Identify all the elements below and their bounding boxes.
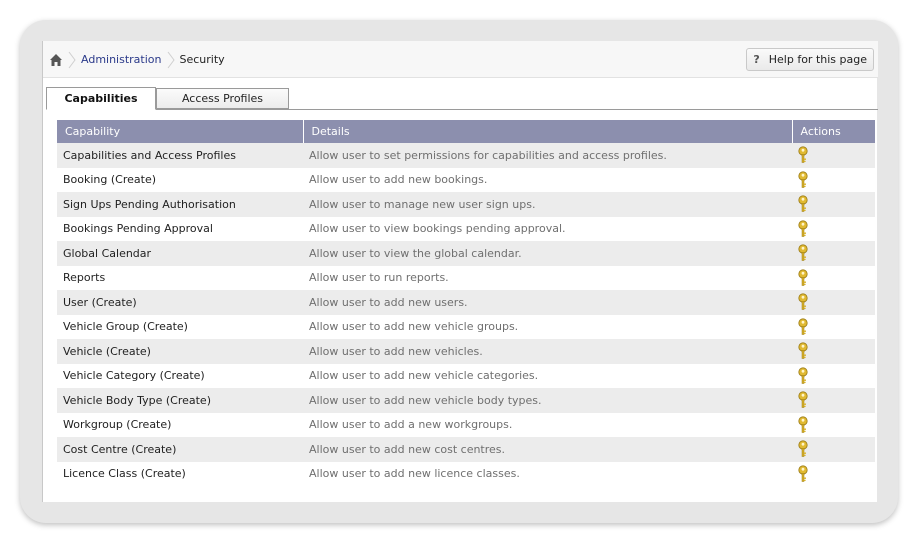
table-row: Reports Allow user to run reports.: [57, 265, 875, 290]
capability-actions: [792, 290, 875, 315]
capability-actions: [792, 339, 875, 364]
capability-details: Allow user to add new vehicles.: [303, 339, 792, 364]
key-icon[interactable]: [797, 293, 809, 311]
key-icon[interactable]: [797, 146, 809, 164]
capability-actions: [792, 314, 875, 339]
key-icon[interactable]: [797, 171, 809, 189]
table-row: Bookings Pending Approval Allow user to v…: [57, 216, 875, 241]
tab-capabilities-label: Capabilities: [64, 92, 138, 105]
key-icon[interactable]: [797, 465, 809, 483]
capability-actions: [792, 167, 875, 192]
capability-name: Global Calendar: [57, 241, 303, 266]
capability-name: Capabilities and Access Profiles: [57, 143, 303, 168]
key-icon[interactable]: [797, 391, 809, 409]
breadcrumb: Administration Security: [49, 41, 225, 78]
capability-name: Workgroup (Create): [57, 412, 303, 437]
breadcrumb-administration[interactable]: Administration: [81, 53, 162, 66]
capability-actions: [792, 143, 875, 168]
table-header-row: Capability Details Actions: [57, 120, 875, 143]
key-icon[interactable]: [797, 244, 809, 262]
capability-details: Allow user to add new users.: [303, 290, 792, 315]
column-header-capability[interactable]: Capability: [57, 120, 304, 143]
table-row: Vehicle Group (Create) Allow user to add …: [57, 314, 875, 339]
table-row: Vehicle (Create) Allow user to add new ve…: [57, 339, 875, 364]
table-row: Licence Class (Create) Allow user to add …: [57, 461, 875, 486]
capability-name: Vehicle Body Type (Create): [57, 388, 303, 413]
table-row: Vehicle Body Type (Create) Allow user to …: [57, 388, 875, 413]
capability-actions: [792, 437, 875, 462]
capability-name: Vehicle Group (Create): [57, 314, 303, 339]
table-row: Global Calendar Allow user to view the gl…: [57, 241, 875, 266]
capability-name: Bookings Pending Approval: [57, 216, 303, 241]
top-bar: Administration Security ? Help for this …: [43, 41, 878, 78]
capability-details: Allow user to view the global calendar.: [303, 241, 792, 266]
capability-name: Booking (Create): [57, 167, 303, 192]
capability-details: Allow user to add new vehicle categories…: [303, 363, 792, 388]
tab-bar: Capabilities Access Profiles: [46, 87, 878, 110]
capability-details: Allow user to add new vehicle groups.: [303, 314, 792, 339]
capability-actions: [792, 241, 875, 266]
tab-access-profiles[interactable]: Access Profiles: [156, 88, 289, 109]
table-row: Workgroup (Create) Allow user to add a ne…: [57, 412, 875, 437]
capability-details: Allow user to add new licence classes.: [303, 461, 792, 486]
key-icon[interactable]: [797, 367, 809, 385]
table-row: User (Create) Allow user to add new users…: [57, 290, 875, 315]
capability-details: Allow user to manage new user sign ups.: [303, 192, 792, 217]
table-row: Cost Centre (Create) Allow user to add ne…: [57, 437, 875, 462]
capability-details: Allow user to run reports.: [303, 265, 792, 290]
key-icon[interactable]: [797, 220, 809, 238]
capability-name: Cost Centre (Create): [57, 437, 303, 462]
key-icon[interactable]: [797, 269, 809, 287]
help-button-label: Help for this page: [768, 53, 867, 66]
capability-actions: [792, 192, 875, 217]
capability-actions: [792, 412, 875, 437]
capability-details: Allow user to add new cost centres.: [303, 437, 792, 462]
capability-details: Allow user to set permissions for capabi…: [303, 143, 792, 168]
column-header-details[interactable]: Details: [303, 120, 793, 143]
help-button[interactable]: ? Help for this page: [746, 48, 874, 71]
table-row: Sign Ups Pending Authorisation Allow user…: [57, 192, 875, 217]
capability-details: Allow user to add a new workgroups.: [303, 412, 792, 437]
capability-actions: [792, 388, 875, 413]
tab-access-profiles-label: Access Profiles: [181, 92, 264, 105]
capability-name: Sign Ups Pending Authorisation: [57, 192, 303, 217]
capability-actions: [792, 363, 875, 388]
capability-actions: [792, 461, 875, 486]
capability-actions: [792, 265, 875, 290]
key-icon[interactable]: [797, 318, 809, 336]
capability-name: Licence Class (Create): [57, 461, 303, 486]
capabilities-table: Capability Details Actions Capabilities …: [57, 120, 875, 486]
security-panel: Administration Security ? Help for this …: [42, 41, 878, 502]
breadcrumb-security: Security: [179, 53, 225, 66]
key-icon[interactable]: [797, 195, 809, 213]
help-icon: ?: [753, 53, 760, 66]
key-icon[interactable]: [797, 342, 809, 360]
key-icon[interactable]: [797, 416, 809, 434]
table-row: Vehicle Category (Create) Allow user to a…: [57, 363, 875, 388]
column-header-actions: Actions: [792, 120, 875, 143]
home-icon[interactable]: [49, 53, 63, 67]
capability-actions: [792, 216, 875, 241]
breadcrumb-separator-icon: [68, 51, 76, 68]
key-icon[interactable]: [797, 440, 809, 458]
capability-name: Vehicle Category (Create): [57, 363, 303, 388]
capability-details: Allow user to add new vehicle body types…: [303, 388, 792, 413]
capability-details: Allow user to add new bookings.: [303, 167, 792, 192]
capability-name: Reports: [57, 265, 303, 290]
capability-name: Vehicle (Create): [57, 339, 303, 364]
breadcrumb-separator-icon: [167, 51, 175, 68]
table-row: Capabilities and Access Profiles Allow us…: [57, 143, 875, 168]
table-row: Booking (Create) Allow user to add new bo…: [57, 167, 875, 192]
capability-details: Allow user to view bookings pending appr…: [303, 216, 792, 241]
capability-name: User (Create): [57, 290, 303, 315]
tab-divider: [46, 109, 878, 110]
tab-capabilities[interactable]: Capabilities: [46, 87, 156, 110]
